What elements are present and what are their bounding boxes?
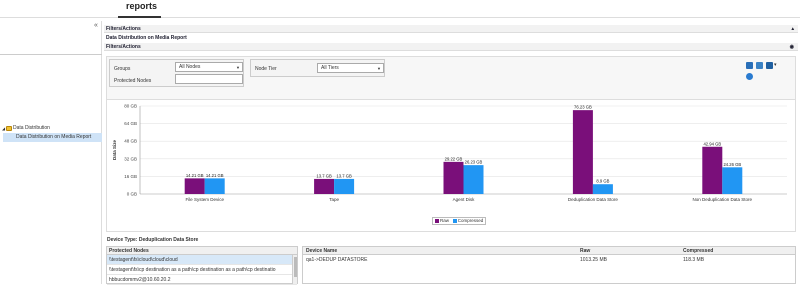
scrollbar-thumb[interactable] bbox=[294, 257, 297, 277]
groups-select[interactable]: All Nodes ▼ bbox=[175, 62, 243, 72]
y-tick-label: 32 GB bbox=[124, 156, 137, 161]
list-item[interactable]: \\testagent\fs\cp destination as a path\… bbox=[107, 265, 297, 275]
table-row[interactable]: qa1->DEDUP DATASTORE 1013.25 MB 118.3 MB bbox=[303, 255, 795, 265]
x-tick-label: Agent Disk bbox=[453, 197, 476, 202]
groups-label: Groups bbox=[114, 66, 131, 72]
y-tick-label: 80 GB bbox=[124, 104, 137, 109]
protected-nodes-input[interactable] bbox=[175, 74, 243, 84]
data-label: 13.7 GB bbox=[316, 173, 332, 178]
detail-section: Device Type: Deduplication Data Store Pr… bbox=[106, 234, 796, 285]
chart-legend: Raw Compressed bbox=[432, 217, 487, 225]
groups-filter-box: Groups All Nodes ▼ Protected Nodes bbox=[109, 59, 244, 87]
data-label: 42.94 GB bbox=[703, 141, 721, 146]
column-header-compressed[interactable]: Compressed bbox=[683, 247, 713, 255]
legend-swatch-compressed bbox=[452, 218, 457, 223]
main-panel: Filters/Actions ▴ Data Distribution on M… bbox=[104, 21, 798, 285]
view-options-icon[interactable] bbox=[766, 62, 773, 69]
device-table: Device Name Raw Compressed qa1->DEDUP DA… bbox=[302, 246, 796, 284]
bar-raw-3 bbox=[572, 110, 593, 194]
bar-raw-1 bbox=[314, 178, 335, 194]
bar-raw-2 bbox=[443, 161, 464, 194]
groups-select-value: All Nodes bbox=[179, 64, 201, 70]
bar-compressed-2 bbox=[463, 165, 484, 194]
device-table-header: Device Name Raw Compressed bbox=[303, 247, 795, 255]
scrollbar[interactable] bbox=[292, 255, 297, 284]
y-tick-label: 16 GB bbox=[124, 174, 137, 179]
data-label: 13.7 GB bbox=[336, 173, 352, 178]
top-header: reports bbox=[0, 0, 800, 18]
sidebar-divider bbox=[0, 54, 102, 55]
column-header-device-name[interactable]: Device Name bbox=[306, 247, 337, 255]
list-item[interactable]: \\testagent\fs\cloud\cloud\cloud bbox=[107, 255, 297, 265]
device-type-title: Device Type: Deduplication Data Store bbox=[107, 237, 199, 243]
data-label: 8.9 GB bbox=[596, 179, 609, 184]
data-label: 26.23 GB bbox=[465, 160, 483, 165]
section-title: Filters/Actions bbox=[106, 26, 141, 32]
collapse-chevron-icon[interactable]: ◉ bbox=[790, 43, 794, 51]
export-icon[interactable] bbox=[756, 62, 763, 69]
bar-compressed-3 bbox=[592, 184, 613, 194]
collapse-sidebar-icon[interactable]: « bbox=[94, 22, 98, 29]
tree-item-label: Data Distribution bbox=[13, 125, 50, 131]
node-tier-label: Node Tier bbox=[255, 66, 277, 72]
chart-container: 80 GB 64 GB 48 GB 32 GB 16 GB 0 GB Data Size 14… bbox=[106, 99, 796, 232]
bar-compressed-0 bbox=[204, 178, 225, 194]
tree-item-media-report[interactable]: Data Distribution on Media Report bbox=[3, 133, 102, 142]
protected-nodes-label: Protected Nodes bbox=[114, 78, 152, 84]
x-tick-label: Deduplication Data Store bbox=[568, 197, 619, 202]
folder-icon bbox=[6, 126, 12, 131]
active-tab-indicator bbox=[118, 16, 161, 18]
bar-raw-0 bbox=[184, 178, 205, 194]
x-tick-label: Tape bbox=[329, 197, 339, 202]
collapse-chevron-icon[interactable]: ▴ bbox=[791, 25, 794, 33]
bar-compressed-1 bbox=[334, 178, 355, 194]
node-tier-select[interactable]: All Tiers ▼ bbox=[317, 63, 384, 73]
legend-label-raw: Raw bbox=[440, 218, 450, 223]
node-tier-filter-box: Node Tier All Tiers ▼ bbox=[250, 59, 385, 77]
node-tier-select-value: All Tiers bbox=[321, 65, 339, 71]
legend-swatch-raw bbox=[435, 218, 439, 223]
chevron-down-icon: ▼ bbox=[236, 65, 240, 70]
bar-compressed-4 bbox=[722, 167, 743, 194]
tree-item-data-distribution[interactable]: ◢ Data Distribution bbox=[2, 124, 102, 133]
protected-nodes-header: Protected Nodes bbox=[107, 247, 297, 255]
expand-triangle-icon[interactable]: ◢ bbox=[2, 124, 5, 133]
data-label: 76.23 GB bbox=[574, 105, 592, 110]
column-header-raw[interactable]: Raw bbox=[580, 247, 590, 255]
legend-label-compressed: Compressed bbox=[457, 218, 484, 223]
compressed-cell: 118.3 MB bbox=[683, 257, 705, 263]
report-tree: ◢ Data Distribution Data Distribution on… bbox=[2, 124, 102, 142]
data-label: 14.21 GB bbox=[206, 173, 224, 178]
tree-item-label: Data Distribution on Media Report bbox=[16, 134, 92, 140]
chevron-down-icon[interactable]: ▾ bbox=[774, 62, 777, 68]
section-title: Filters/Actions bbox=[106, 44, 141, 50]
raw-cell: 1013.25 MB bbox=[580, 257, 607, 263]
sidebar: ◢ Data Distribution Data Distribution on… bbox=[0, 21, 102, 284]
data-label: 29.22 GB bbox=[445, 156, 463, 161]
data-label: 14.21 GB bbox=[186, 173, 204, 178]
x-tick-label: File System Device bbox=[185, 197, 224, 202]
y-tick-label: 48 GB bbox=[124, 139, 137, 144]
page-title: reports bbox=[126, 1, 158, 11]
chevron-down-icon: ▼ bbox=[377, 66, 381, 71]
y-tick-label: 0 GB bbox=[127, 192, 137, 197]
data-label: 24.26 GB bbox=[723, 162, 741, 167]
print-icon[interactable] bbox=[746, 62, 753, 69]
report-title: Data Distribution on Media Report bbox=[106, 35, 187, 41]
y-axis-label: Data Size bbox=[112, 140, 117, 161]
x-tick-label: Non Deduplication Data Store bbox=[693, 197, 753, 202]
bar-chart: 80 GB 64 GB 48 GB 32 GB 16 GB 0 GB Data Size 14… bbox=[112, 104, 787, 202]
bar-raw-4 bbox=[702, 146, 723, 194]
refresh-icon[interactable] bbox=[746, 73, 753, 80]
y-tick-label: 64 GB bbox=[124, 121, 137, 126]
filters-subbar[interactable]: Filters/Actions ◉ bbox=[104, 43, 798, 51]
device-name-cell: qa1->DEDUP DATASTORE bbox=[306, 257, 368, 263]
filters-actions-bar[interactable]: Filters/Actions ▴ bbox=[104, 25, 798, 33]
protected-nodes-table: Protected Nodes \\testagent\fs\cloud\clo… bbox=[106, 246, 298, 285]
